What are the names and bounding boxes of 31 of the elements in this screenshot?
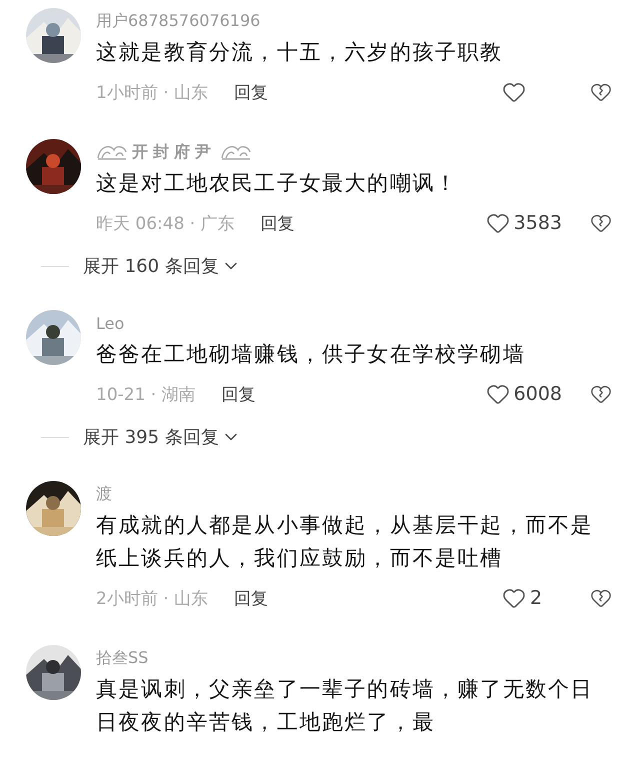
username: 用户6878576076196 — [96, 10, 260, 32]
expand-replies-button[interactable]: 展开 395 条回复 — [83, 425, 241, 449]
comment-time: 昨天 06:48 · 广东 — [96, 212, 235, 234]
expand-replies-button[interactable]: 展开 160 条回复 — [83, 254, 241, 278]
comment-text: 这是对工地农民工子女最大的嘲讽！ — [96, 170, 459, 197]
broken-heart-icon[interactable] — [590, 81, 612, 103]
username: 开封府尹 — [132, 142, 216, 162]
comment-text: 爸爸在工地砌墙赚钱，供子女在学校学砌墙 — [96, 341, 526, 368]
heart-icon[interactable] — [486, 211, 510, 235]
reply-link[interactable]: 回复 — [260, 212, 295, 234]
heart-icon[interactable] — [502, 586, 526, 610]
comment-text: 有成就的人都是从小事做起，从基层干起，而不是纸上谈兵的人，我们应鼓励，而不是吐槽 — [96, 512, 594, 572]
broken-heart-icon[interactable] — [590, 383, 612, 405]
heart-icon[interactable] — [502, 80, 526, 104]
like-count: 3583 — [514, 212, 562, 234]
comment-time: 1小时前 · 山东 — [96, 82, 208, 104]
comment-time: 10-21 · 湖南 — [96, 384, 196, 406]
broken-heart-icon[interactable] — [590, 587, 612, 609]
comment-text: 这就是教育分流，十五，六岁的孩子职教 — [96, 39, 504, 66]
like-count: 2 — [530, 587, 542, 609]
heart-icon[interactable] — [486, 382, 510, 406]
broken-heart-icon[interactable] — [590, 212, 612, 234]
username: Leo — [96, 314, 124, 332]
username: 拾叁SS — [96, 648, 148, 668]
comment-time: 2小时前 · 山东 — [96, 588, 208, 610]
reply-link[interactable]: 回复 — [222, 382, 256, 406]
comment-text: 真是讽刺，父亲垒了一辈子的砖墙，赚了无数个日日夜夜的辛苦钱，工地跑烂了，最 — [96, 676, 594, 736]
like-count: 6008 — [514, 383, 562, 405]
username: 渡 — [96, 484, 112, 504]
reply-link[interactable]: 回复 — [234, 586, 268, 610]
reply-link[interactable]: 回复 — [234, 80, 268, 104]
